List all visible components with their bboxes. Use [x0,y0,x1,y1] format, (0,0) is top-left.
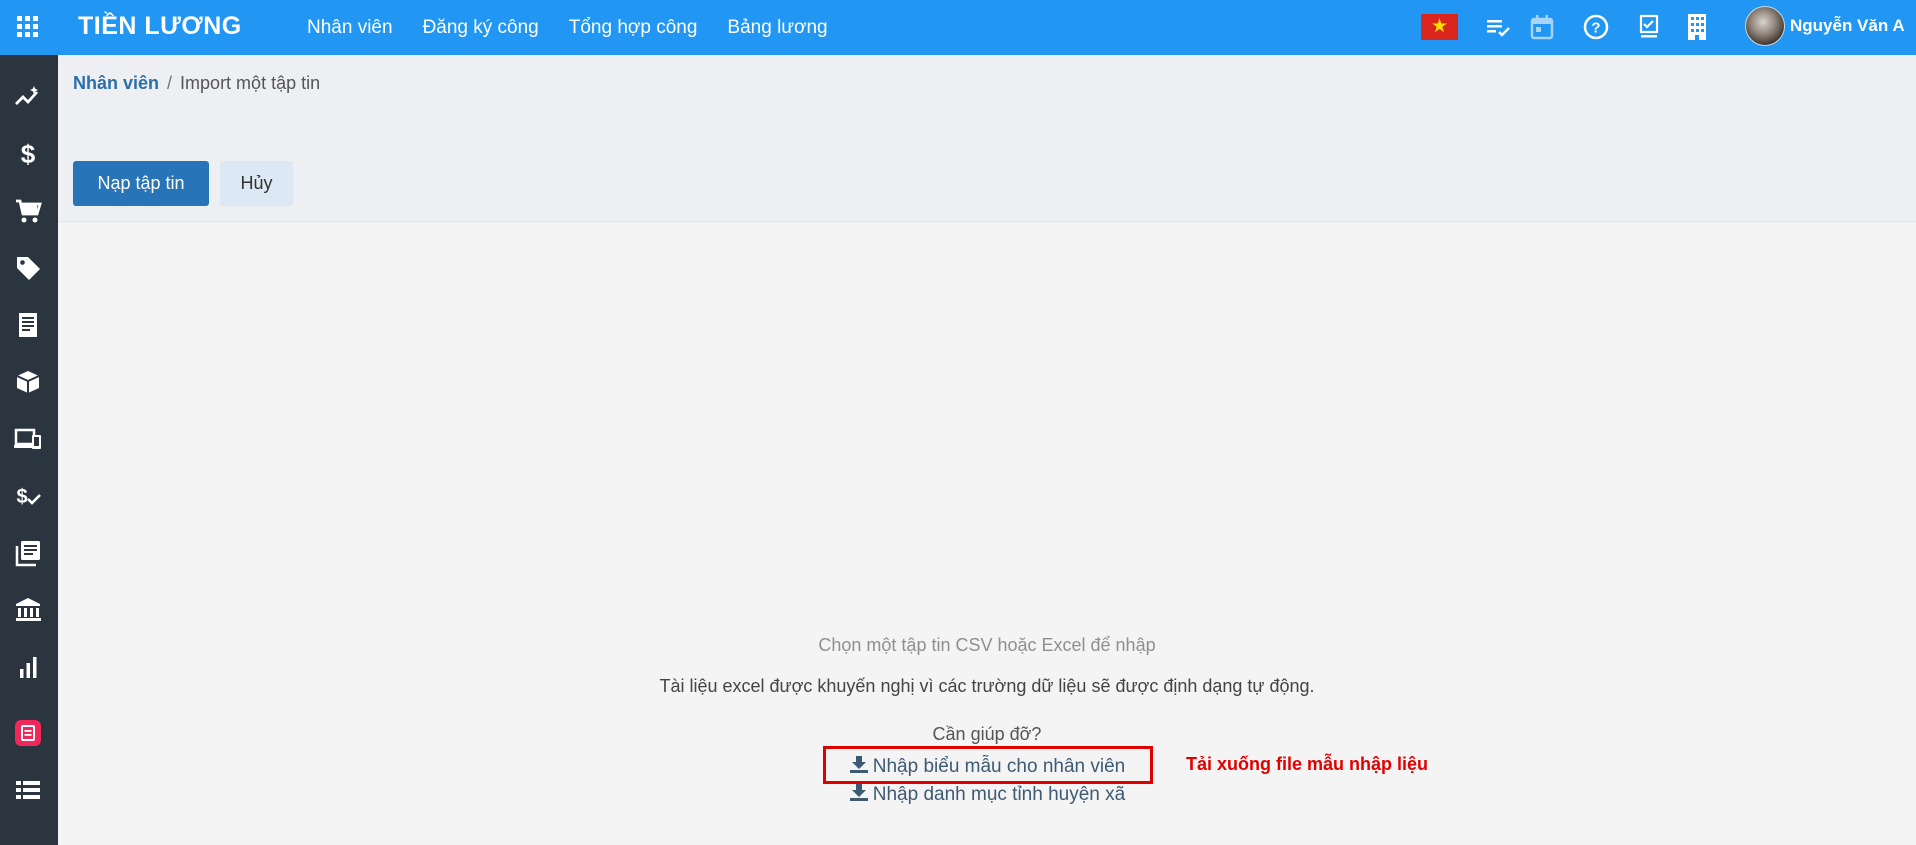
choose-file-hint: Chọn một tập tin CSV hoặc Excel để nhập [818,635,1156,655]
menu-item-attendance-summary[interactable]: Tổng hợp công [569,17,698,39]
location-template-link[interactable]: Nhập danh mục tỉnh huyện xã [58,783,1916,806]
top-navbar: TIỀN LƯƠNG Nhân viên Đăng ký công Tổng h… [0,0,1916,55]
red-app-icon[interactable] [13,718,43,748]
left-sidebar: $ $ [0,55,58,845]
main-menu: Nhân viên Đăng ký công Tổng hợp công Bản… [307,0,858,55]
inventory-icon[interactable] [13,367,43,397]
download-template-annotation: Tải xuống file mẫu nhập liệu [1186,754,1429,774]
apps-grid-icon[interactable] [17,16,39,38]
checklist-icon[interactable] [1634,12,1664,42]
bank-icon[interactable] [13,595,43,625]
breadcrumb: Nhân viên / Import một tập tin [73,73,320,94]
task-list-icon[interactable] [1484,12,1514,42]
svg-text:$: $ [21,139,36,169]
breadcrumb-separator: / [167,73,173,93]
excel-recommendation-text: Tài liệu excel được khuyến nghị vì các t… [659,676,1315,696]
invoice-icon[interactable] [13,310,43,340]
help-text: Cần giúp đỡ? [932,724,1042,744]
cart-icon[interactable] [13,196,43,226]
control-panel: Nhân viên / Import một tập tin Nạp tập tin… [58,55,1916,222]
user-name[interactable]: Nguyễn Văn A [1790,16,1905,36]
tag-icon[interactable] [13,253,43,283]
svg-text:?: ? [1591,20,1600,37]
bar-chart-icon[interactable] [13,652,43,682]
breadcrumb-employees-link[interactable]: Nhân viên [73,73,159,93]
highlight-annotation-box [823,746,1153,784]
svg-text:$: $ [16,486,27,508]
help-icon[interactable]: ? [1581,12,1611,42]
avatar[interactable] [1745,6,1785,46]
books-icon[interactable] [13,538,43,568]
menu-item-employees[interactable]: Nhân viên [307,17,393,39]
cancel-button[interactable]: Hủy [220,161,293,206]
devices-icon[interactable] [13,424,43,454]
location-template-label: Nhập danh mục tỉnh huyện xã [872,784,1126,805]
app-title[interactable]: TIỀN LƯƠNG [78,12,242,41]
download-icon [849,783,869,801]
company-icon[interactable] [1682,12,1712,42]
payment-check-icon[interactable]: $ [13,481,43,511]
dashboard-icon[interactable] [13,82,43,112]
breadcrumb-current: Import một tập tin [180,73,321,93]
dollar-icon[interactable]: $ [13,139,43,169]
load-file-button[interactable]: Nạp tập tin [73,161,209,206]
calendar-icon[interactable] [1527,12,1557,42]
menu-item-attendance-registration[interactable]: Đăng ký công [423,17,539,39]
menu-item-payroll[interactable]: Bảng lương [727,17,827,39]
import-content: Chọn một tập tin CSV hoặc Excel để nhập … [58,222,1916,845]
list-icon[interactable] [13,775,43,805]
vietnam-flag-icon[interactable]: ★ [1421,14,1458,40]
